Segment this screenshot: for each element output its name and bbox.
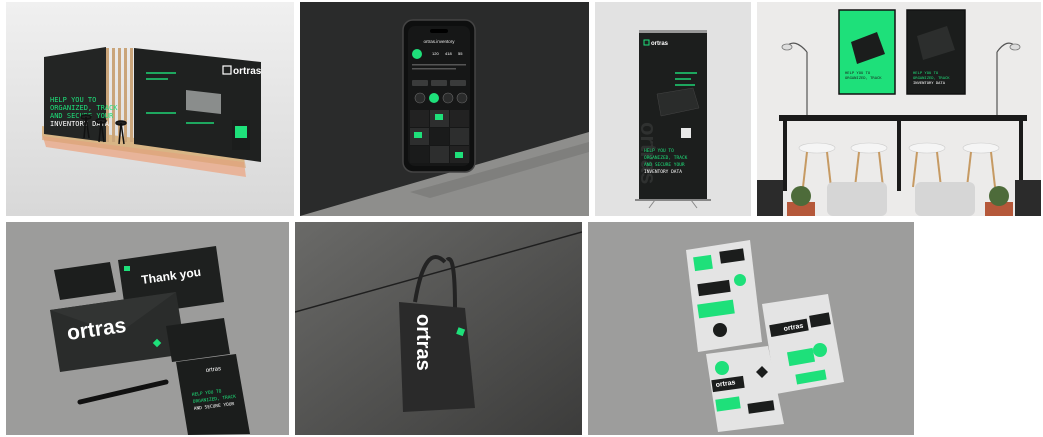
phone-handle: ortras.inventory [423,39,455,44]
cafe-illustration: HELP YOU TO ORGANIZED, TRACK HELP YOU TO… [757,2,1041,216]
booth-wordmark: ortras [233,66,262,77]
banner-illustration: ortras ortras HELP YOU TO ORGANIZED, TRA… [595,2,751,216]
booth-tagline-1: HELP YOU TO [50,96,96,104]
tile-sticker-sheets: ortras ortras [588,222,914,435]
tote-wordmark: ortras [412,314,434,371]
phone-stat-1: 120 [432,51,439,56]
stickers-illustration: ortras ortras [588,222,914,435]
banner-tagline-3: AND SECURE YOUR [644,162,685,168]
poster-green-tagline-2: ORGANIZED, TRACK [845,75,882,80]
booth-tagline-2: ORGANIZED, TRACK [50,104,118,112]
stationery-illustration: Thank you ortras HELP YOU TO ORGANIZED, … [6,222,289,435]
banner-tagline-2: ORGANIZED, TRACK [644,155,688,161]
tile-cafe-posters: HELP YOU TO ORGANIZED, TRACK HELP YOU TO… [757,2,1041,216]
banner-wordmark: ortras [651,41,669,47]
phone-stat-3: 55 [458,51,463,56]
tile-stationery: Thank you ortras HELP YOU TO ORGANIZED, … [6,222,289,435]
tile-tote-bag: ortras [295,222,582,435]
phone-illustration: ortras.inventory 120 418 55 [300,2,589,216]
booth-illustration: HELP YOU TO ORGANIZED, TRACK AND SECURE … [6,2,294,216]
tile-exhibition-booth: HELP YOU TO ORGANIZED, TRACK AND SECURE … [6,2,294,216]
poster-dark-tagline-3: INVENTORY DATA [913,80,946,85]
tile-rollup-banner: ortras ortras HELP YOU TO ORGANIZED, TRA… [595,2,751,216]
banner-tagline-1: HELP YOU TO [644,148,674,154]
phone-avatar [412,49,422,59]
phone-stat-2: 418 [445,51,452,56]
tote-illustration: ortras [295,222,582,435]
banner-tagline-4: INVENTORY DATA [644,169,682,175]
tile-phone-mockup: ortras.inventory 120 418 55 [300,2,589,216]
